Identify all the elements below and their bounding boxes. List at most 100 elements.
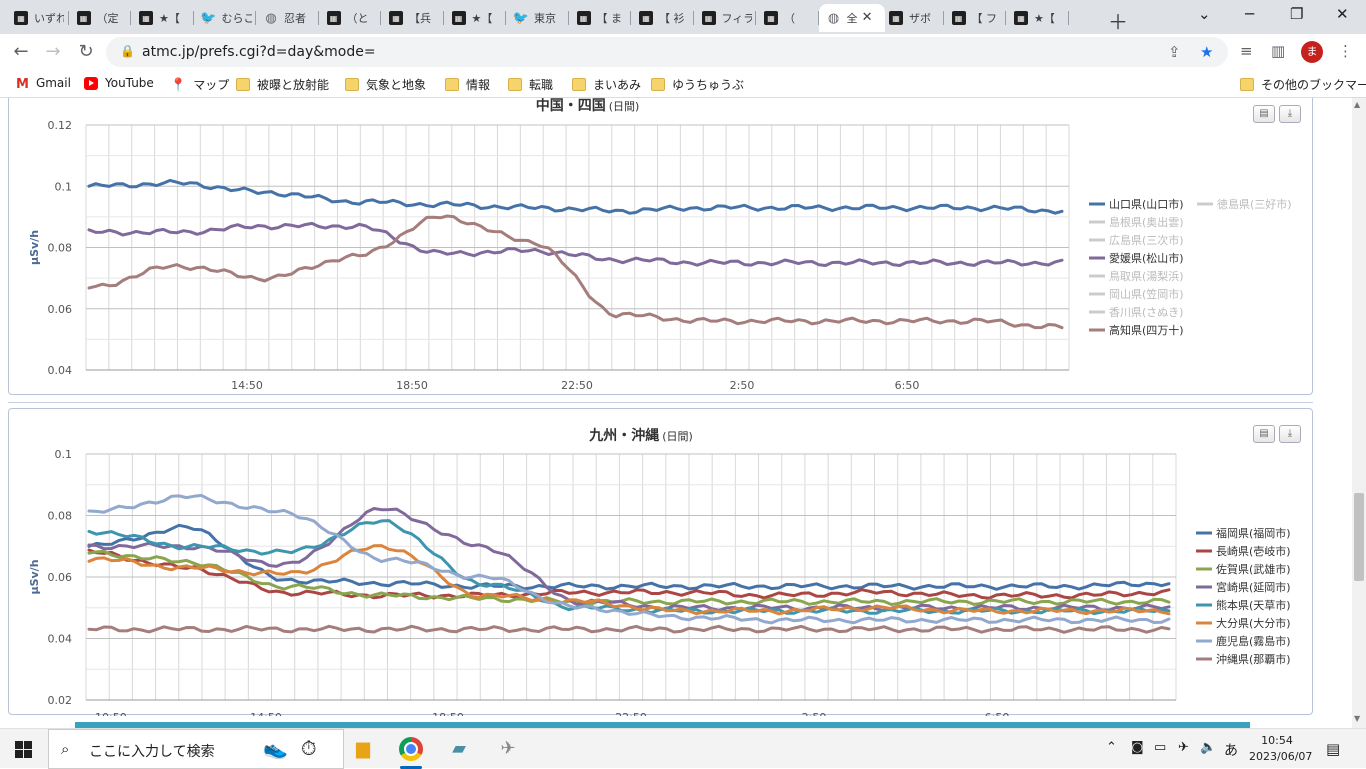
volume-icon[interactable]: 🔈: [1200, 740, 1216, 755]
tray-chevron-icon[interactable]: ⌃: [1106, 740, 1117, 755]
x-tick-label: 22:50: [615, 711, 647, 716]
bookmark-item[interactable]: 📍 マップ: [170, 76, 229, 93]
other-bookmarks[interactable]: その他のブックマーク: [1240, 76, 1366, 93]
legend-item[interactable]: 熊本県(天草市): [1196, 598, 1291, 612]
browser-tab[interactable]: ▦ ★【: [1006, 4, 1069, 32]
url-text[interactable]: atmc.jp/prefs.cgi?d=day&mode=: [142, 44, 376, 60]
legend-item[interactable]: 高知県(四万十): [1089, 323, 1184, 337]
bookmark-item[interactable]: まいあみ: [572, 76, 641, 93]
legend-item[interactable]: 岡山県(笠岡市): [1089, 287, 1184, 301]
vertical-scrollbar[interactable]: ▲ ▼: [1352, 98, 1366, 728]
print-chart-button[interactable]: ▤: [1253, 425, 1275, 443]
browser-tab[interactable]: 🐦 東京: [506, 4, 569, 32]
y-tick-label: 0.08: [48, 510, 73, 523]
battery-icon[interactable]: ▭: [1154, 740, 1166, 755]
browser-tab[interactable]: ▦ 【 衫: [631, 4, 694, 32]
bookmark-item[interactable]: 転職: [508, 76, 553, 93]
close-window-button[interactable]: ✕: [1336, 5, 1349, 23]
browser-tab[interactable]: ▦ 【 フ: [944, 4, 1006, 32]
tab-search-chevron-icon[interactable]: ⌄: [1198, 5, 1211, 23]
clock[interactable]: 10:54 2023/06/07: [1249, 733, 1313, 765]
legend-item[interactable]: 山口県(山口市): [1089, 197, 1184, 211]
browser-tab[interactable]: ▦ ザボ: [881, 4, 944, 32]
minimize-button[interactable]: ─: [1245, 5, 1254, 23]
browser-tab[interactable]: 🐦 むらこ: [194, 4, 256, 32]
legend-item[interactable]: 香川県(さぬき): [1089, 306, 1183, 319]
bookmark-item[interactable]: M Gmail: [16, 76, 71, 92]
download-chart-button[interactable]: ⤓: [1279, 105, 1301, 123]
legend-label: 鳥取県(湯梨浜): [1109, 269, 1184, 283]
download-chart-button[interactable]: ⤓: [1279, 425, 1301, 443]
y-tick-label: 0.1: [55, 180, 73, 193]
windows-start-icon[interactable]: [15, 741, 32, 758]
forward-button[interactable]: →: [41, 40, 65, 64]
browser-tab[interactable]: ▦ （: [756, 4, 819, 32]
browser-tab[interactable]: ▦ 【 ま: [569, 4, 631, 32]
legend-item[interactable]: 島根県(奥出雲): [1089, 215, 1184, 229]
legend-item[interactable]: 広島県(三次市): [1089, 233, 1184, 247]
browser-tab[interactable]: ▦ ★【: [131, 4, 194, 32]
address-bar[interactable]: 🔒 atmc.jp/prefs.cgi?d=day&mode= ⇪ ★: [106, 37, 1228, 67]
maps-icon: 📍: [170, 78, 187, 93]
browser-tab[interactable]: ▦ いずれ: [6, 4, 69, 32]
y-tick-label: 0.02: [48, 694, 73, 707]
new-tab-button[interactable]: ＋: [1108, 6, 1128, 35]
legend-item[interactable]: 徳島県(三好市): [1197, 197, 1292, 211]
scrollbar-thumb[interactable]: [1354, 493, 1364, 581]
browser-tab[interactable]: ▦ フィラ: [694, 4, 756, 32]
bookmark-item[interactable]: ゆうちゅうぶ: [651, 76, 744, 93]
legend-item[interactable]: 大分県(大分市): [1196, 616, 1291, 630]
browser-tab[interactable]: ▦ ★【: [444, 4, 506, 32]
reload-button[interactable]: ↻: [74, 40, 98, 64]
browser-tab[interactable]: ▦ （と: [319, 4, 381, 32]
bookmark-item[interactable]: 被曝と放射能: [236, 76, 329, 93]
lock-icon[interactable]: 🔒: [120, 44, 135, 58]
legend-item[interactable]: 愛媛県(松山市): [1089, 251, 1184, 265]
camera-icon[interactable]: ◙: [1131, 740, 1144, 755]
folder-icon: [445, 78, 459, 91]
chart-subtitle: (日間): [662, 430, 693, 443]
bookmark-item[interactable]: 気象と地象: [345, 76, 426, 93]
clock-date: 2023/06/07: [1249, 750, 1313, 763]
back-button[interactable]: ←: [9, 40, 33, 64]
x-tick-label: 18:50: [432, 711, 464, 716]
legend-item[interactable]: 鳥取県(湯梨浜): [1089, 269, 1184, 283]
legend-label: 宮崎県(延岡市): [1216, 580, 1291, 594]
notepad-icon[interactable]: ▰: [447, 737, 471, 761]
y-tick-label: 0.1: [55, 448, 73, 461]
restore-button[interactable]: ❐: [1290, 5, 1303, 23]
legend-item[interactable]: 福岡県(福岡市): [1196, 526, 1291, 540]
chrome-icon[interactable]: [399, 737, 423, 761]
bookmark-item[interactable]: YouTube: [84, 76, 154, 90]
network-icon[interactable]: ✈: [1178, 740, 1189, 755]
bookmark-item[interactable]: 情報: [445, 76, 490, 93]
legend-item[interactable]: 佐賀県(武雄市): [1196, 562, 1291, 576]
reading-list-icon[interactable]: ≡: [1240, 42, 1253, 60]
share-icon[interactable]: ⇪: [1168, 43, 1181, 61]
taskbar-search-box[interactable]: ⌕ ここに入力して検索 👟 ⏱: [48, 729, 344, 769]
app-icon[interactable]: ✈: [496, 737, 520, 761]
chart-subtitle: (日間): [609, 100, 640, 113]
notification-icon[interactable]: ▤: [1326, 740, 1340, 758]
file-explorer-icon[interactable]: ▆: [351, 737, 375, 761]
legend-item[interactable]: 宮崎県(延岡市): [1196, 580, 1291, 594]
browser-tab[interactable]: ▦ 【兵: [381, 4, 444, 32]
bookmark-star-icon[interactable]: ★: [1200, 43, 1213, 61]
legend-label: 島根県(奥出雲): [1109, 215, 1184, 229]
legend-item[interactable]: 鹿児島(霧島市): [1196, 634, 1291, 648]
globe-icon: ◍: [827, 10, 840, 26]
browser-tab[interactable]: ◍ 忍者: [256, 4, 319, 32]
series-line: [87, 178, 1064, 215]
browser-tab[interactable]: ▦ （定: [69, 4, 131, 32]
scroll-up-arrow-icon[interactable]: ▲: [1354, 100, 1360, 109]
legend-item[interactable]: 長崎県(壱岐市): [1196, 544, 1291, 558]
scroll-down-arrow-icon[interactable]: ▼: [1354, 714, 1360, 723]
close-tab-icon[interactable]: ✕: [862, 10, 873, 25]
profile-avatar[interactable]: ま: [1301, 41, 1323, 63]
print-chart-button[interactable]: ▤: [1253, 105, 1275, 123]
side-panel-icon[interactable]: ▥: [1271, 42, 1285, 60]
ime-indicator[interactable]: あ: [1224, 740, 1238, 760]
menu-kebab-icon[interactable]: ⋮: [1338, 42, 1353, 60]
legend-item[interactable]: 沖縄県(那覇市): [1196, 652, 1291, 666]
browser-tab[interactable]: ◍ 全 ✕: [818, 4, 885, 32]
